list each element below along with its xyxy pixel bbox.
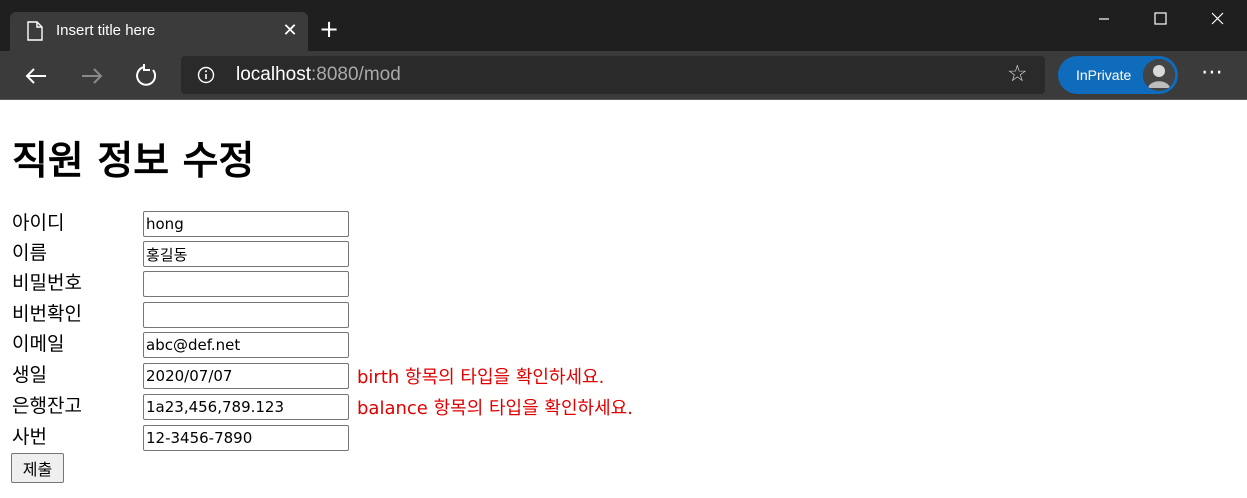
profile-avatar-icon	[1143, 59, 1175, 91]
email-row: 이메일	[0, 332, 900, 360]
balance-input[interactable]	[143, 394, 349, 420]
info-icon[interactable]	[197, 66, 215, 84]
password-confirm-label: 비번확인	[12, 303, 82, 325]
star-icon[interactable]: ☆	[1007, 63, 1029, 86]
inprivate-button[interactable]: InPrivate	[1058, 56, 1178, 94]
url-host: localhost	[236, 64, 311, 85]
email-label: 이메일	[12, 333, 65, 355]
window-close-icon[interactable]	[1203, 8, 1231, 30]
name-row: 이름	[0, 241, 900, 269]
inprivate-label: InPrivate	[1076, 67, 1132, 83]
page-title: 직원 정보 수정	[12, 139, 255, 184]
address-bar[interactable]: localhost:8080/mod ☆	[181, 56, 1045, 94]
employee-number-label: 사번	[12, 426, 47, 448]
password-confirm-row: 비번확인	[0, 302, 900, 330]
balance-row: 은행잔고 balance 항목의 타입을 확인하세요.	[0, 394, 900, 422]
birth-input[interactable]	[143, 363, 349, 389]
email-input[interactable]	[143, 332, 349, 358]
name-input[interactable]	[143, 241, 349, 267]
page-content: 직원 정보 수정 아이디 이름 비밀번호 비번확인 이메일 생일 birth 항…	[0, 100, 1247, 498]
id-row: 아이디	[0, 211, 900, 239]
birth-error-message: birth 항목의 타입을 확인하세요.	[357, 367, 605, 388]
url-text[interactable]: localhost:8080/mod	[236, 64, 401, 86]
browser-window: Insert title here ✕ + localhost:8080/mod…	[0, 0, 1247, 498]
refresh-icon[interactable]	[133, 62, 161, 90]
maximize-icon[interactable]	[1146, 8, 1174, 30]
employee-number-row: 사번	[0, 425, 900, 453]
browser-toolbar: localhost:8080/mod ☆ InPrivate ⋯	[0, 51, 1247, 100]
arrow-left-icon[interactable]	[22, 62, 50, 90]
birth-row: 생일 birth 항목의 타입을 확인하세요.	[0, 363, 900, 391]
password-input[interactable]	[143, 271, 349, 297]
balance-error-message: balance 항목의 타입을 확인하세요.	[357, 398, 633, 419]
minimize-icon[interactable]	[1090, 8, 1118, 30]
password-row: 비밀번호	[0, 271, 900, 299]
active-tab[interactable]: Insert title here ✕	[10, 12, 308, 51]
birth-label: 생일	[12, 364, 47, 386]
id-input[interactable]	[143, 211, 349, 237]
close-icon[interactable]: ✕	[280, 21, 300, 41]
more-icon[interactable]: ⋯	[1198, 61, 1226, 89]
title-bar: Insert title here ✕ +	[0, 0, 1247, 51]
avatar	[1143, 59, 1175, 91]
arrow-right-icon[interactable]	[78, 62, 106, 90]
password-label: 비밀번호	[12, 272, 82, 294]
plus-icon[interactable]: +	[318, 17, 340, 41]
password-confirm-input[interactable]	[143, 302, 349, 328]
submit-button[interactable]: 제출	[11, 453, 64, 483]
balance-label: 은행잔고	[12, 395, 82, 417]
url-path: :8080/mod	[311, 64, 401, 85]
tab-title: Insert title here	[56, 22, 156, 39]
id-label: 아이디	[12, 212, 65, 234]
name-label: 이름	[12, 242, 47, 264]
employee-number-input[interactable]	[143, 425, 349, 451]
page-icon	[27, 21, 43, 41]
